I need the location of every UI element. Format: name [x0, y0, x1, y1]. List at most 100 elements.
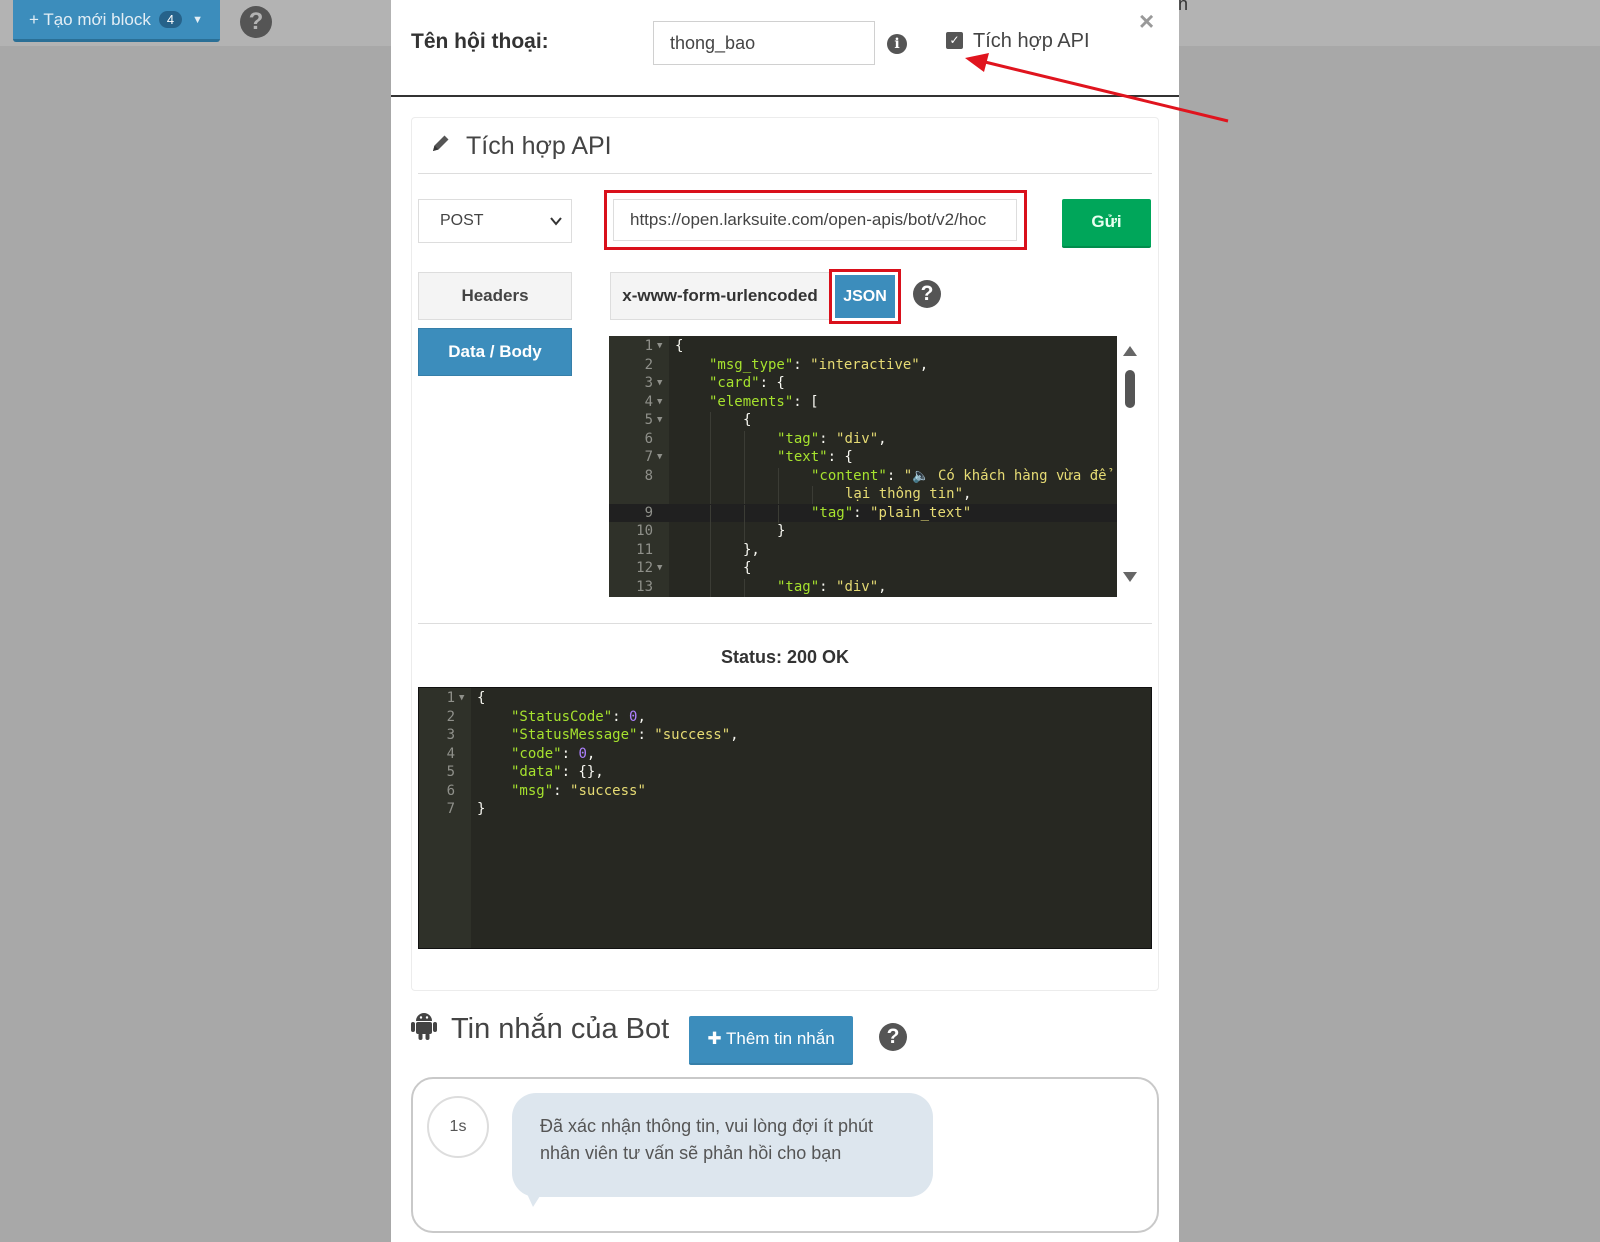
message-delay[interactable]: 1s	[427, 1096, 489, 1158]
code-line: "data": {},	[511, 764, 604, 780]
scroll-up-arrow-icon[interactable]	[1123, 346, 1137, 356]
code-token: :	[819, 430, 837, 447]
line-number: 7	[644, 449, 653, 465]
code-line: },	[743, 542, 760, 558]
dialog-name-input[interactable]: thong_bao	[653, 21, 875, 65]
indent-guide	[744, 486, 745, 505]
fold-toggle-icon[interactable]: ▼	[657, 397, 662, 407]
line-number: 10	[636, 523, 653, 539]
code-token: :	[561, 745, 579, 762]
code-token: "tag"	[777, 430, 820, 447]
question-circle-icon[interactable]: ?	[879, 1023, 907, 1051]
scroll-down-arrow-icon[interactable]	[1123, 572, 1137, 582]
fold-toggle-icon[interactable]: ▼	[459, 693, 464, 703]
request-url-input[interactable]: https://open.larksuite.com/open-apis/bot…	[613, 199, 1017, 241]
indent-guide	[710, 560, 711, 579]
create-block-label: + Tạo mới block	[29, 9, 151, 29]
line-number: 8	[644, 467, 653, 484]
code-token: "card"	[709, 375, 760, 391]
indent-guide	[744, 578, 745, 597]
editor-scrollbar[interactable]	[1120, 336, 1140, 597]
scrollbar-thumb[interactable]	[1125, 370, 1135, 408]
code-line: {	[675, 338, 683, 354]
code-token: "interactive"	[810, 356, 920, 373]
line-number: 1	[446, 690, 455, 706]
caret-down-icon[interactable]: ▼	[192, 14, 203, 26]
line-number: 11	[636, 541, 653, 558]
format-urlencoded-button[interactable]: x-www-form-urlencoded	[610, 272, 830, 320]
line-number: 6	[644, 430, 653, 447]
code-token: :	[853, 504, 871, 521]
divider	[418, 173, 1152, 174]
code-token: }	[777, 523, 786, 539]
response-body-viewer[interactable]: 1 ▼ {2 "StatusCode": 0, 3 "StatusMessage": "s…	[418, 687, 1152, 949]
question-circle-icon[interactable]: ?	[913, 280, 941, 308]
add-message-button[interactable]: ✚ Thêm tin nhắn	[689, 1016, 853, 1065]
dialog-modal: Tên hội thoại: thong_bao i ✓ Tích hợp AP…	[391, 0, 1179, 1242]
code-line: lại thông tin",	[845, 486, 971, 502]
fold-toggle-icon[interactable]: ▼	[657, 563, 662, 573]
bot-message-card[interactable]: 1s Đã xác nhận thông tin, vui lòng đợi í…	[411, 1077, 1159, 1233]
code-token: 0	[578, 745, 587, 762]
indent-guide	[744, 523, 745, 542]
message-bubble[interactable]: Đã xác nhận thông tin, vui lòng đợi ít p…	[512, 1093, 933, 1197]
code-token: ,	[586, 745, 596, 762]
fold-toggle-icon[interactable]: ▼	[657, 378, 662, 388]
response-status: Status: 200 OK	[720, 647, 850, 667]
chevron-down-icon	[549, 200, 563, 258]
background-text-fragment: n	[1178, 0, 1189, 14]
line-number: 2	[446, 708, 455, 725]
request-body-editor[interactable]: 1 ▼{2 "msg_type": "interactive", 3 ▼ "card": …	[609, 336, 1117, 597]
code-line: "text": {	[777, 449, 853, 465]
url-highlight-box: https://open.larksuite.com/open-apis/bot…	[604, 190, 1027, 250]
code-token: :	[553, 782, 571, 799]
tab-data-body[interactable]: Data / Body	[418, 328, 572, 376]
create-block-button[interactable]: + Tạo mới block 4 ▼	[13, 0, 220, 42]
indent-guide	[710, 541, 711, 560]
indent-guide	[744, 449, 745, 468]
fold-toggle-icon[interactable]: ▼	[657, 452, 662, 462]
code-token: :	[819, 578, 837, 595]
plus-icon: ✚	[707, 1029, 722, 1048]
code-line: {	[477, 690, 485, 706]
code-line: "elements": [	[709, 394, 819, 410]
help-icon[interactable]: ?	[240, 6, 272, 38]
fold-toggle-icon[interactable]: ▼	[657, 415, 662, 425]
format-json-button[interactable]: JSON	[835, 275, 895, 318]
code-token: "code"	[511, 745, 562, 762]
http-method-select[interactable]: POST	[418, 199, 572, 243]
line-number: 3	[644, 375, 653, 391]
pencil-icon	[430, 132, 452, 161]
send-request-button[interactable]: Gửi	[1062, 199, 1151, 248]
close-icon[interactable]: ×	[1139, 6, 1154, 37]
code-token: ,	[963, 486, 972, 502]
http-method-value: POST	[440, 212, 484, 229]
fold-toggle-icon[interactable]: ▼	[657, 341, 662, 351]
code-token: }	[477, 801, 486, 817]
code-token: :	[612, 708, 630, 725]
line-number: 3	[446, 727, 455, 743]
code-token: "StatusMessage"	[511, 727, 638, 743]
block-count-badge: 4	[158, 11, 183, 28]
line-number: 7	[446, 801, 455, 817]
code-token: {	[477, 690, 486, 706]
code-token: },	[743, 541, 760, 558]
tab-headers[interactable]: Headers	[418, 272, 572, 320]
line-number: 1	[644, 338, 653, 354]
indent-guide	[710, 523, 711, 542]
api-integration-checkbox[interactable]: ✓	[946, 32, 963, 49]
bot-messages-title-text: Tin nhắn của Bot	[451, 1012, 670, 1045]
api-integration-checkbox-label[interactable]: Tích hợp API	[973, 30, 1090, 53]
line-number: 2	[644, 356, 653, 373]
code-line: "msg_type": "interactive",	[709, 357, 928, 373]
code-token: "text"	[777, 449, 828, 465]
line-number: 6	[446, 782, 455, 799]
code-line: }	[777, 523, 785, 539]
info-icon[interactable]: i	[887, 34, 907, 54]
indent-guide	[744, 430, 745, 449]
code-token: {	[743, 560, 752, 576]
dialog-header: Tên hội thoại: thong_bao i ✓ Tích hợp AP…	[391, 0, 1179, 97]
divider	[418, 623, 1152, 624]
code-line: "StatusCode": 0,	[511, 709, 646, 725]
code-line: "msg": "success"	[511, 783, 646, 799]
